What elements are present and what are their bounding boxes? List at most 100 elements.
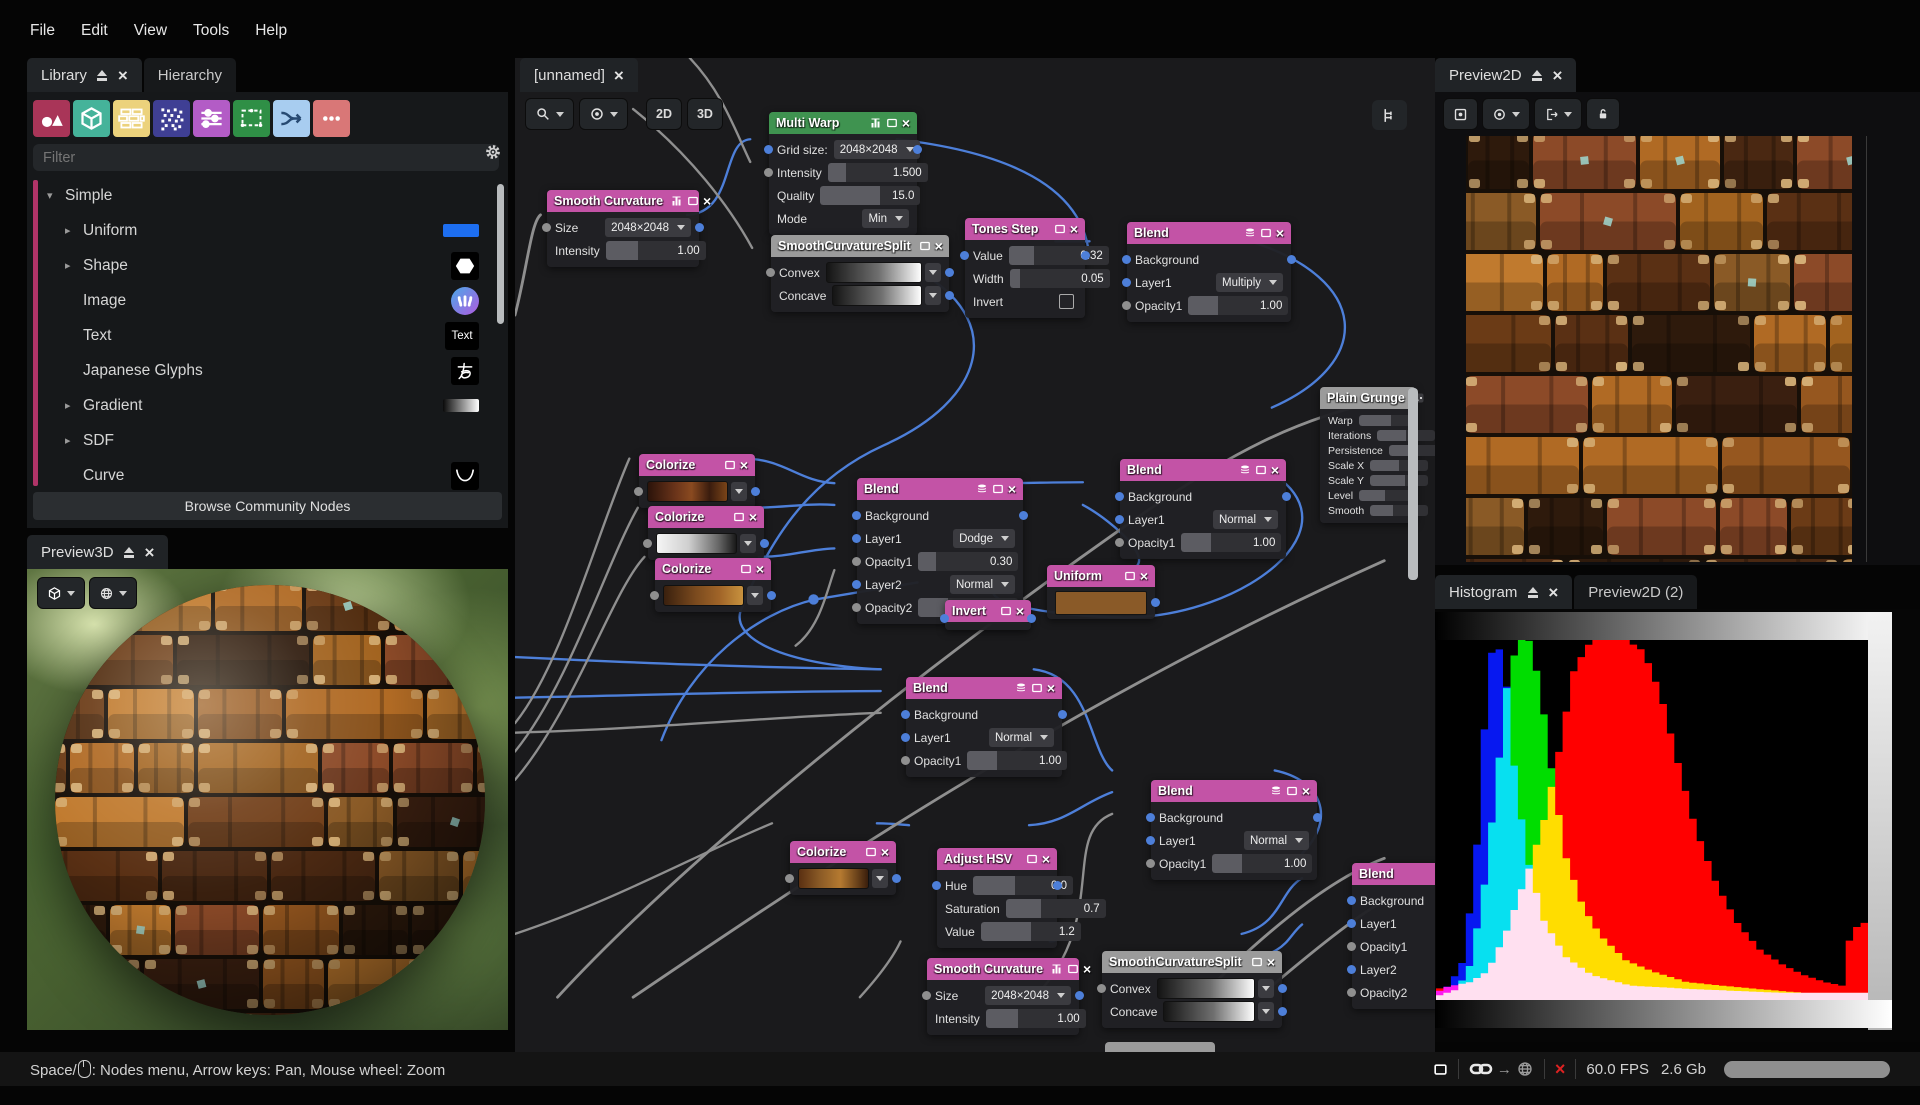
layers-icon[interactable]	[1244, 227, 1256, 239]
node-uniform[interactable]: Uniform ×	[1047, 565, 1160, 619]
input-port[interactable]	[1347, 896, 1356, 905]
tree-item-simple[interactable]: ▾ Simple	[39, 178, 501, 213]
input-port[interactable]	[1115, 515, 1124, 524]
output-port[interactable]	[1282, 492, 1291, 501]
menu-help[interactable]: Help	[255, 22, 287, 40]
tab-hierarchy[interactable]: Hierarchy	[143, 58, 236, 92]
cube-icon[interactable]	[73, 100, 110, 137]
slider-Opacity1[interactable]: 1.00	[1181, 533, 1282, 552]
output-port[interactable]	[1058, 710, 1067, 719]
close-icon[interactable]: ×	[1267, 955, 1275, 969]
preview3d-environment-button[interactable]	[89, 577, 137, 609]
close-icon[interactable]: ×	[703, 194, 711, 208]
tab-library[interactable]: Library ×	[27, 58, 142, 92]
input-port[interactable]	[960, 251, 969, 260]
input-port[interactable]	[643, 539, 652, 548]
close-icon[interactable]: ×	[902, 116, 910, 130]
eject-icon[interactable]	[1526, 586, 1539, 598]
input-port[interactable]	[764, 145, 773, 154]
filter-input[interactable]	[33, 144, 499, 171]
window-icon[interactable]	[1251, 956, 1263, 968]
gradient-dropdown[interactable]	[740, 534, 756, 553]
tree-item-shape[interactable]: ▸ Shape	[39, 248, 501, 283]
gradient-dropdown[interactable]	[731, 482, 747, 501]
output-port[interactable]	[695, 223, 704, 232]
input-port[interactable]	[785, 874, 794, 883]
color-swatch[interactable]	[1055, 590, 1147, 615]
tree-item-image[interactable]: Image	[39, 283, 501, 318]
close-icon[interactable]: ×	[1271, 463, 1279, 477]
tree-item-japanese-glyphs[interactable]: Japanese Glyphs	[39, 353, 501, 388]
window-icon[interactable]	[733, 511, 745, 523]
input-port[interactable]	[764, 168, 773, 177]
link-icon[interactable]	[1469, 1057, 1493, 1081]
output-port[interactable]	[1081, 251, 1090, 260]
preview-toggle-icon[interactable]	[1433, 1062, 1448, 1077]
node-colorize-4[interactable]: Colorize ×	[785, 841, 901, 895]
close-icon[interactable]: ×	[740, 458, 748, 472]
gradient-editor[interactable]	[1163, 1001, 1255, 1022]
slider-Smooth[interactable]	[1370, 505, 1429, 516]
eject-icon[interactable]	[96, 69, 109, 81]
output-port[interactable]	[767, 591, 776, 600]
chevron-down-icon[interactable]: ▾	[47, 189, 61, 202]
node-colorize-3[interactable]: Colorize ×	[650, 558, 776, 612]
preview2d-export-button[interactable]	[1534, 98, 1582, 130]
window-icon[interactable]	[992, 483, 1004, 495]
layers-icon[interactable]	[976, 483, 988, 495]
close-icon[interactable]: ×	[1083, 962, 1091, 976]
output-port[interactable]	[892, 874, 901, 883]
input-port[interactable]	[932, 881, 941, 890]
window-icon[interactable]	[865, 846, 877, 858]
dropdown-Layer1[interactable]: Normal	[988, 728, 1054, 747]
tree-item-uniform[interactable]: ▸ Uniform	[39, 213, 501, 248]
input-port[interactable]	[1347, 942, 1356, 951]
window-icon[interactable]	[1124, 570, 1136, 582]
dropdown-Grid size:[interactable]: 2048×2048	[833, 140, 920, 159]
window-icon[interactable]	[1286, 785, 1298, 797]
dropdown-Layer1[interactable]: Normal	[1212, 510, 1278, 529]
slider-Quality[interactable]: 15.0	[820, 186, 921, 205]
chevron-right-icon[interactable]: ▸	[65, 434, 79, 447]
preview2d-lock-button[interactable]	[1586, 98, 1620, 130]
close-icon[interactable]: ×	[756, 562, 764, 576]
preview2d-texture[interactable]	[1466, 136, 1852, 562]
close-icon[interactable]: ×	[1140, 569, 1148, 583]
output-port[interactable]	[1053, 881, 1062, 890]
globe-icon[interactable]	[1516, 1060, 1534, 1078]
close-icon[interactable]: ×	[118, 67, 128, 84]
input-port[interactable]	[901, 710, 910, 719]
chevron-right-icon[interactable]: ▸	[65, 224, 79, 237]
tab-preview3d[interactable]: Preview3D ×	[27, 535, 169, 569]
menu-edit[interactable]: Edit	[81, 22, 108, 40]
gradient-editor[interactable]	[656, 533, 737, 554]
gradient-dropdown[interactable]	[1258, 1002, 1274, 1021]
gradient-editor[interactable]	[798, 868, 869, 889]
bars-icon[interactable]	[671, 195, 683, 207]
window-icon[interactable]	[1260, 227, 1272, 239]
dropdown-Layer1[interactable]: Multiply	[1216, 273, 1283, 292]
layers-icon[interactable]	[1239, 464, 1251, 476]
input-port[interactable]	[1146, 859, 1155, 868]
gradient-dropdown[interactable]	[747, 586, 763, 605]
input-port[interactable]	[922, 991, 931, 1000]
input-port[interactable]	[852, 580, 861, 589]
output-port[interactable]	[760, 539, 769, 548]
node-smooth-curvature-split-2[interactable]: SmoothCurvatureSplit × Convex Concave	[1097, 951, 1287, 1028]
slider-Iterations[interactable]	[1377, 430, 1435, 441]
tree-item-curve[interactable]: Curve	[39, 458, 501, 493]
input-port[interactable]	[1146, 836, 1155, 845]
slider-Intensity[interactable]: 1.00	[985, 1009, 1086, 1028]
slider-Scale X[interactable]	[1370, 460, 1429, 471]
dropdown-Layer2[interactable]: Normal	[949, 575, 1015, 594]
close-icon[interactable]: ×	[1042, 852, 1050, 866]
input-port[interactable]	[1347, 988, 1356, 997]
input-port[interactable]	[1115, 538, 1124, 547]
slider-Scale Y[interactable]	[1370, 475, 1428, 486]
output-port[interactable]	[1287, 255, 1296, 264]
dropdown-Size[interactable]: 2048×2048	[605, 218, 691, 237]
output-port[interactable]	[1019, 511, 1028, 520]
preview3d-model-button[interactable]	[37, 577, 85, 609]
merge-arrows-icon[interactable]	[273, 100, 310, 137]
close-icon[interactable]: ×	[1047, 681, 1055, 695]
